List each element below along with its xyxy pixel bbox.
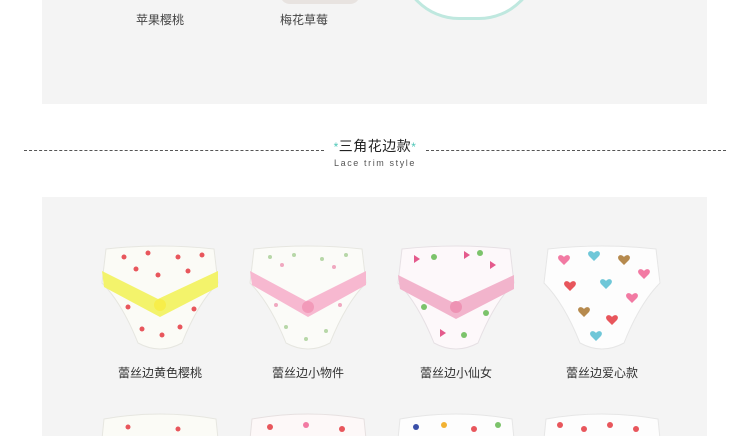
product-label: 蕾丝边小物件 — [271, 366, 344, 380]
product-image-partial[interactable] — [246, 409, 370, 436]
star-icon: * — [411, 140, 417, 154]
top-product-panel: 苹果樱桃 梅花草莓 — [42, 0, 707, 104]
divider-right — [426, 150, 726, 151]
product-image-partial[interactable] — [98, 409, 222, 436]
product-label: 苹果樱桃 — [135, 13, 184, 27]
product-label: 梅花草莓 — [279, 13, 328, 27]
product-image[interactable] — [394, 243, 518, 355]
product-image[interactable] — [540, 243, 664, 355]
lace-products-panel: 蕾丝边黄色樱桃 蕾丝边小物件 蕾丝边小仙女 蕾丝边爱心款 — [42, 197, 707, 436]
divider-left — [24, 150, 324, 151]
section-title: *三角花边款* — [327, 136, 423, 156]
section-subtitle: Lace trim style — [333, 158, 417, 168]
product-image[interactable] — [246, 243, 370, 355]
product-image-partial[interactable] — [280, 0, 360, 4]
product-label: 蕾丝边黄色樱桃 — [117, 366, 202, 380]
product-image[interactable] — [98, 243, 222, 355]
product-image-partial[interactable] — [540, 409, 664, 436]
product-image-partial[interactable] — [394, 409, 518, 436]
section-heading: *三角花边款* Lace trim style — [327, 136, 423, 168]
section-title-text: 三角花边款 — [338, 138, 412, 154]
product-label: 蕾丝边小仙女 — [419, 366, 492, 380]
product-image-partial[interactable] — [399, 0, 539, 20]
product-label: 蕾丝边爱心款 — [565, 366, 638, 380]
